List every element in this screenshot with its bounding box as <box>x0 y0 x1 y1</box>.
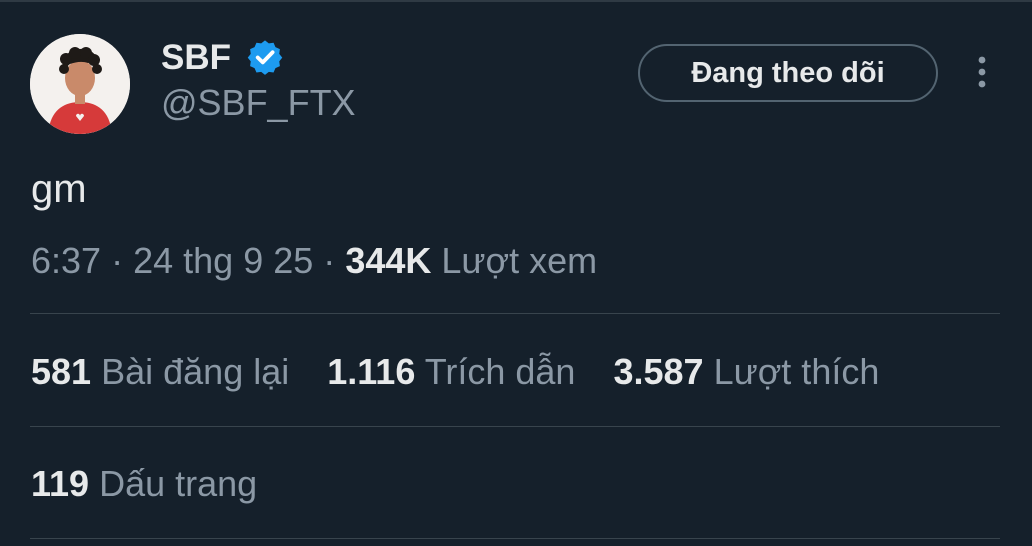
divider <box>30 426 1000 427</box>
bookmarks-stat-row: 119 Dấu trang <box>31 462 257 506</box>
views-count: 344K <box>345 240 432 281</box>
likes-label: Lượt thích <box>713 351 880 392</box>
reposts-count: 581 <box>31 351 92 392</box>
tweet-date[interactable]: 24 thg 9 25 <box>133 240 313 281</box>
user-handle[interactable]: @SBF_FTX <box>161 82 356 124</box>
bookmarks-count: 119 <box>31 463 90 504</box>
bookmarks-stat[interactable]: 119 Dấu trang <box>31 462 257 506</box>
views-label: Lượt xem <box>441 240 598 281</box>
tweet-text: gm <box>31 167 87 211</box>
quotes-count: 1.116 <box>327 351 416 392</box>
display-name[interactable]: SBF <box>161 38 231 78</box>
following-button[interactable]: Đang theo dõi <box>638 44 938 102</box>
avatar[interactable] <box>30 34 130 134</box>
likes-count: 3.587 <box>613 351 704 392</box>
divider <box>30 313 1000 314</box>
reposts-label: Bài đăng lại <box>101 351 290 392</box>
likes-stat[interactable]: 3.587 Lượt thích <box>613 350 879 394</box>
more-vertical-icon[interactable] <box>964 52 1000 92</box>
quotes-label: Trích dẫn <box>424 351 576 392</box>
meta-separator: · <box>111 240 124 281</box>
bookmarks-label: Dấu trang <box>99 463 258 504</box>
divider <box>30 538 1000 539</box>
reposts-stat[interactable]: 581 Bài đăng lại <box>31 350 289 394</box>
top-divider <box>0 0 1032 2</box>
avatar-image <box>30 34 130 134</box>
tweet-time[interactable]: 6:37 <box>31 240 101 281</box>
meta-separator: · <box>323 240 336 281</box>
quotes-stat[interactable]: 1.116 Trích dẫn <box>327 350 575 394</box>
tweet-meta: 6:37 · 24 thg 9 25 · 344K Lượt xem <box>31 239 597 283</box>
verified-badge-icon <box>247 40 283 75</box>
engagement-stats: 581 Bài đăng lại 1.116 Trích dẫn 3.587 L… <box>31 350 879 394</box>
